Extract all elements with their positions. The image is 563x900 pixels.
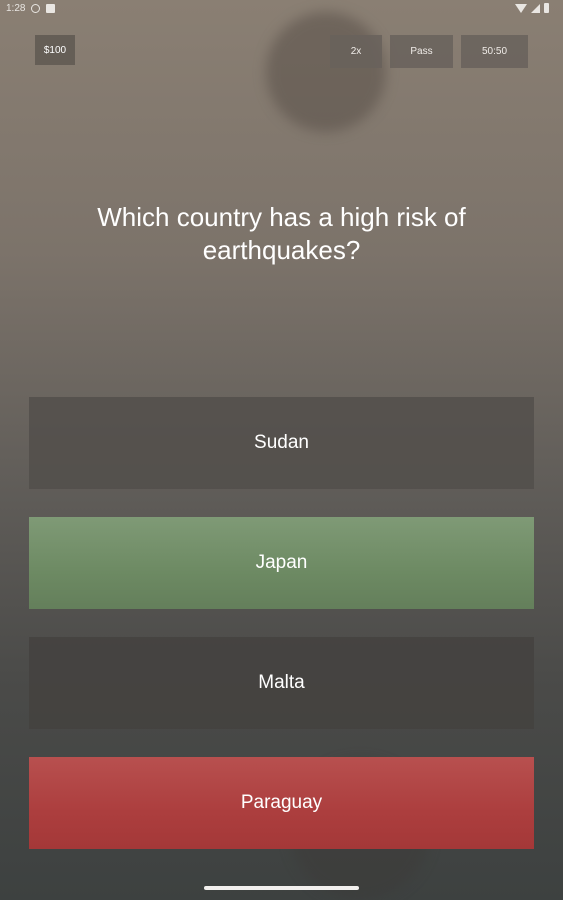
signal-icon [531, 3, 540, 13]
prize-amount-badge: $100 [35, 35, 75, 65]
question-text: Which country has a high risk of earthqu… [97, 202, 466, 265]
status-bar: 1:28 [0, 0, 563, 18]
prize-amount: $100 [43, 44, 67, 56]
double-points-button[interactable]: 2x [330, 35, 382, 68]
sync-icon [31, 4, 41, 13]
answer-option-japan[interactable]: Japan [29, 517, 534, 609]
answer-option-sudan[interactable]: Sudan [29, 397, 534, 489]
battery-icon [544, 3, 549, 13]
fifty-fifty-button[interactable]: 50:50 [461, 35, 528, 68]
answer-option-paraguay[interactable]: Paraguay [29, 757, 534, 849]
background-blob-top [266, 12, 386, 132]
status-right [515, 3, 549, 13]
pass-button[interactable]: Pass [390, 35, 453, 68]
answer-list: Sudan Japan Malta Paraguay [29, 397, 534, 877]
status-left: 1:28 [6, 3, 56, 14]
answer-option-malta[interactable]: Malta [29, 637, 534, 729]
lifeline-bar: 2x Pass 50:50 [330, 35, 528, 68]
status-time: 1:28 [6, 3, 26, 14]
notification-square-icon [46, 4, 56, 13]
navigation-handle[interactable] [204, 886, 359, 890]
wifi-icon [515, 3, 527, 13]
